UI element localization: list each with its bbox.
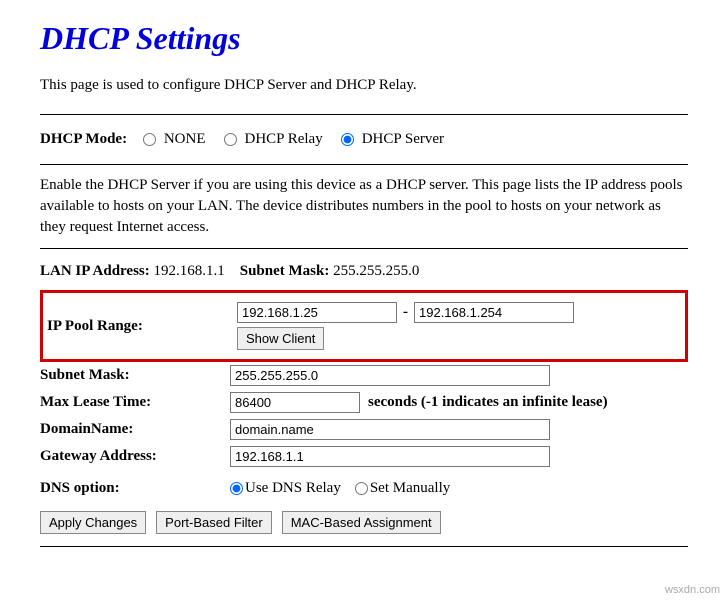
- dhcp-mode-relay-radio[interactable]: [224, 133, 237, 146]
- divider: [40, 114, 688, 115]
- dhcp-mode-none-label[interactable]: NONE: [164, 131, 206, 148]
- lan-mask-value: 255.255.255.0: [333, 263, 419, 279]
- port-based-filter-button[interactable]: Port-Based Filter: [156, 511, 272, 534]
- dhcp-mode-server-label[interactable]: DHCP Server: [362, 131, 444, 148]
- max-lease-label: Max Lease Time:: [40, 394, 230, 411]
- divider: [40, 164, 688, 165]
- domain-name-input[interactable]: [230, 419, 550, 440]
- dns-option-label: DNS option:: [40, 480, 230, 497]
- lan-info-row: LAN IP Address: 192.168.1.1 Subnet Mask:…: [40, 257, 688, 286]
- dhcp-mode-relay-label[interactable]: DHCP Relay: [245, 131, 323, 148]
- dns-option-row: DNS option: Use DNS Relay Set Manually: [40, 470, 688, 511]
- lease-suffix: seconds (-1 indicates an infinite lease): [368, 394, 608, 411]
- lan-ip-value: 192.168.1.1: [154, 263, 225, 279]
- show-client-button[interactable]: Show Client: [237, 327, 324, 350]
- max-lease-input[interactable]: [230, 392, 360, 413]
- dns-relay-radio[interactable]: [230, 482, 243, 495]
- divider: [40, 248, 688, 249]
- divider: [40, 546, 688, 547]
- ip-pool-start-input[interactable]: [237, 302, 397, 323]
- page-title: DHCP Settings: [40, 20, 688, 57]
- dhcp-mode-none-radio[interactable]: [143, 133, 156, 146]
- watermark: wsxdn.com: [665, 584, 720, 596]
- ip-pool-highlight: IP Pool Range: - Show Client: [40, 290, 688, 362]
- subnet-mask-input[interactable]: [230, 365, 550, 386]
- ip-pool-label: IP Pool Range:: [47, 318, 237, 335]
- ip-pool-end-input[interactable]: [414, 302, 574, 323]
- dhcp-mode-label: DHCP Mode:: [40, 131, 127, 148]
- gateway-label: Gateway Address:: [40, 448, 230, 465]
- lan-mask-label: Subnet Mask:: [240, 263, 330, 279]
- dns-relay-label[interactable]: Use DNS Relay: [245, 480, 341, 497]
- lan-ip-label: LAN IP Address:: [40, 263, 150, 279]
- dns-manual-radio[interactable]: [355, 482, 368, 495]
- dhcp-info-text: Enable the DHCP Server if you are using …: [40, 175, 688, 238]
- gateway-input[interactable]: [230, 446, 550, 467]
- subnet-mask-label: Subnet Mask:: [40, 367, 230, 384]
- range-dash: -: [397, 304, 414, 321]
- dns-manual-label[interactable]: Set Manually: [370, 480, 450, 497]
- domain-name-label: DomainName:: [40, 421, 230, 438]
- dhcp-mode-server-radio[interactable]: [341, 133, 354, 146]
- mac-based-assignment-button[interactable]: MAC-Based Assignment: [282, 511, 441, 534]
- page-description: This page is used to configure DHCP Serv…: [40, 77, 688, 94]
- dhcp-mode-row: DHCP Mode: NONE DHCP Relay DHCP Server: [40, 123, 688, 156]
- action-buttons: Apply Changes Port-Based Filter MAC-Base…: [40, 511, 688, 538]
- apply-changes-button[interactable]: Apply Changes: [40, 511, 146, 534]
